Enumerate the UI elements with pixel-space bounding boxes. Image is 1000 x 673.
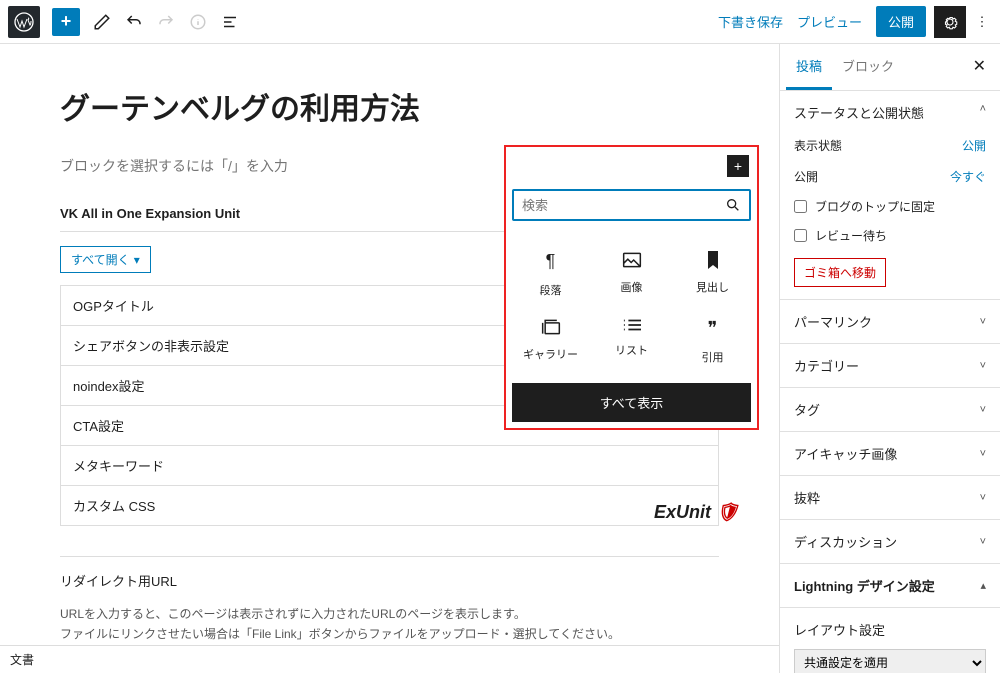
add-icon[interactable]: + <box>727 155 749 177</box>
tab-post[interactable]: 投稿 <box>786 44 832 90</box>
image-icon <box>622 251 642 269</box>
tag-panel[interactable]: タグ˅ <box>780 388 1000 432</box>
featured-image-panel[interactable]: アイキャッチ画像˅ <box>780 432 1000 476</box>
settings-icon[interactable] <box>934 6 966 38</box>
outline-icon[interactable] <box>216 8 244 36</box>
list-icon <box>623 318 641 332</box>
trash-button[interactable]: ゴミ箱へ移動 <box>794 258 886 287</box>
lightning-panel[interactable]: Lightning デザイン設定▴ <box>780 564 1000 608</box>
more-icon[interactable]: ⋮ <box>972 6 992 38</box>
wordpress-logo[interactable] <box>8 6 40 38</box>
review-checkbox[interactable]: レビュー待ち <box>794 221 986 250</box>
show-all-button[interactable]: すべて表示 <box>512 383 751 422</box>
visibility-value[interactable]: 公開 <box>962 137 986 154</box>
redirect-desc: URLを入力すると、このページは表示されずに入力されたURLのページを表示します… <box>60 604 719 624</box>
exunit-logo: ExUnit 🛡 <box>654 502 739 523</box>
redirect-desc: ファイルにリンクさせたい場合は「File Link」ボタンからファイルをアップロ… <box>60 624 719 644</box>
bookmark-icon <box>706 251 720 269</box>
bottom-bar[interactable]: 文書 <box>0 645 779 673</box>
save-draft-button[interactable]: 下書き保存 <box>718 12 783 31</box>
block-image[interactable]: 画像 <box>593 243 670 306</box>
stick-checkbox[interactable]: ブログのトップに固定 <box>794 192 986 221</box>
status-title: ステータスと公開状態 <box>794 103 924 122</box>
add-block-button[interactable]: + <box>52 8 80 36</box>
post-title[interactable]: グーテンベルグの利用方法 <box>60 84 719 128</box>
publish-date-value[interactable]: 今すぐ <box>950 168 986 185</box>
publish-button[interactable]: 公開 <box>876 6 926 37</box>
chevron-down-icon: ˅ <box>980 404 986 416</box>
chevron-up-icon[interactable]: ˄ <box>980 103 986 122</box>
panel-item[interactable]: カスタム CSS <box>61 486 718 525</box>
block-paragraph[interactable]: ¶段落 <box>512 243 589 306</box>
redo-icon <box>152 8 180 36</box>
chevron-down-icon: ˅ <box>980 360 986 372</box>
chevron-down-icon: ˅ <box>980 316 986 328</box>
expand-all-button[interactable]: すべて開く ▾ <box>60 246 151 273</box>
permalink-panel[interactable]: パーマリンク˅ <box>780 300 1000 344</box>
paragraph-icon: ¶ <box>546 251 556 272</box>
tab-block[interactable]: ブロック <box>832 44 904 90</box>
panel-item[interactable]: メタキーワード <box>61 446 718 486</box>
discussion-panel[interactable]: ディスカッション˅ <box>780 520 1000 564</box>
status-panel: ステータスと公開状態 ˄ 表示状態公開 公開今すぐ ブログのトップに固定 レビュ… <box>780 91 1000 300</box>
block-inserter-popup: + ¶段落 画像 見出し ギャラリー リスト ❞引用 すべて表示 <box>504 145 759 430</box>
chevron-up-icon: ▴ <box>980 579 986 592</box>
edit-icon[interactable] <box>88 8 116 36</box>
chevron-down-icon: ˅ <box>980 536 986 548</box>
block-search[interactable] <box>512 189 751 221</box>
block-quote[interactable]: ❞引用 <box>674 310 751 373</box>
block-list[interactable]: リスト <box>593 310 670 373</box>
preview-button[interactable]: プレビュー <box>797 12 862 31</box>
redirect-title: リダイレクト用URL <box>60 571 719 590</box>
block-heading[interactable]: 見出し <box>674 243 751 306</box>
excerpt-panel[interactable]: 抜粋˅ <box>780 476 1000 520</box>
undo-icon[interactable] <box>120 8 148 36</box>
chevron-down-icon: ˅ <box>980 448 986 460</box>
search-input[interactable] <box>522 198 725 213</box>
settings-sidebar: 投稿 ブロック ✕ ステータスと公開状態 ˄ 表示状態公開 公開今すぐ ブログの… <box>779 44 1000 673</box>
category-panel[interactable]: カテゴリー˅ <box>780 344 1000 388</box>
chevron-down-icon: ˅ <box>980 492 986 504</box>
info-icon[interactable] <box>184 8 212 36</box>
quote-icon: ❞ <box>708 318 718 339</box>
block-gallery[interactable]: ギャラリー <box>512 310 589 373</box>
gallery-icon <box>541 318 561 336</box>
close-icon[interactable]: ✕ <box>965 44 994 90</box>
layout-select[interactable]: 共通設定を適用 <box>794 649 986 673</box>
search-icon <box>725 197 741 213</box>
layout-panel: レイアウト設定 共通設定を適用 <box>780 608 1000 673</box>
